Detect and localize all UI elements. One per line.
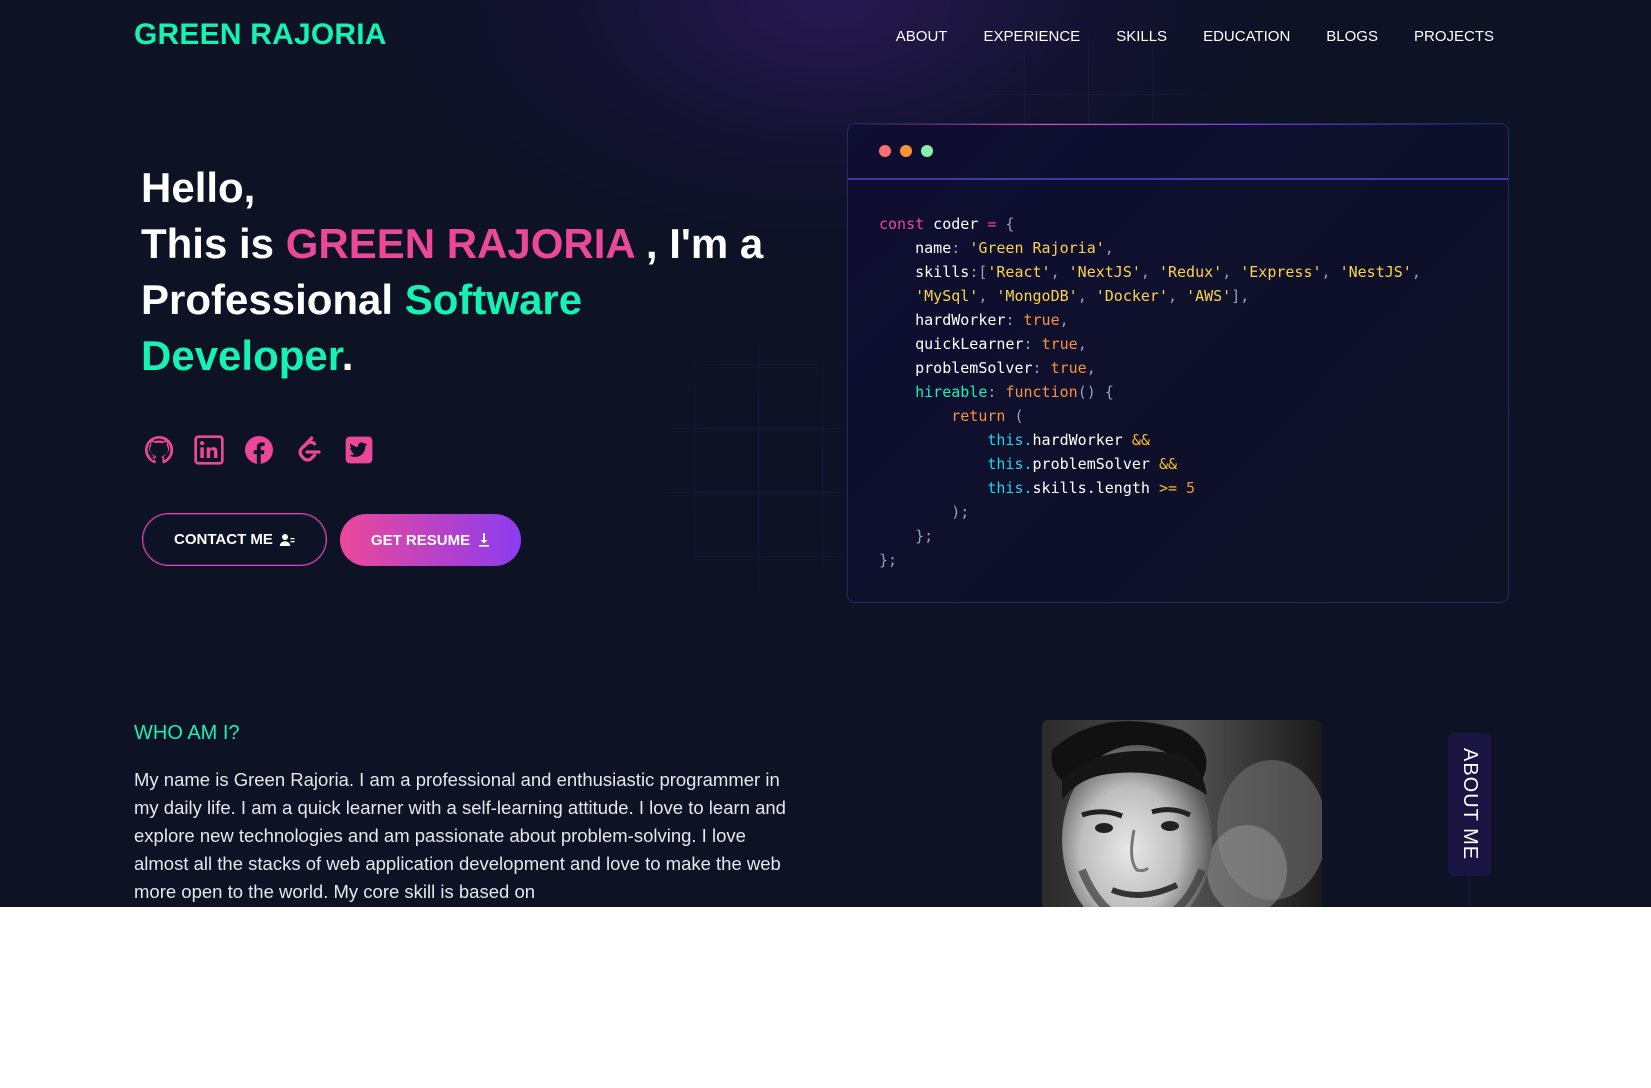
nav-projects[interactable]: PROJECTS — [1396, 28, 1494, 46]
hero-name: GREEN RAJORIA — [285, 220, 635, 267]
code-line: }; — [879, 527, 934, 545]
code-line: this.hardWorker && — [987, 431, 1150, 449]
about-me-tab-connector — [1469, 876, 1470, 907]
twitter-icon[interactable] — [341, 432, 376, 467]
hero-greeting: Hello, — [141, 164, 256, 211]
code-card-titlebar — [848, 124, 1508, 180]
social-links — [141, 432, 376, 467]
nav-education[interactable]: EDUCATION — [1185, 28, 1308, 46]
who-am-i-heading: WHO AM I? — [134, 722, 240, 744]
linkedin-icon[interactable] — [191, 432, 226, 467]
leetcode-icon[interactable] — [291, 432, 326, 467]
hero-role-developer: Developer — [141, 332, 342, 379]
get-resume-button[interactable]: GET RESUME — [340, 514, 521, 566]
code-line: quickLearner: true, — [879, 335, 1087, 353]
hero-this-is: This is — [141, 220, 286, 267]
minimize-dot — [900, 145, 912, 157]
code-line: name: 'Green Rajoria', — [879, 239, 1114, 257]
facebook-icon[interactable] — [241, 432, 276, 467]
code-line: ); — [879, 503, 970, 521]
code-line: const coder = { — [879, 215, 1015, 233]
github-icon[interactable] — [141, 432, 176, 467]
user-contact-icon — [279, 533, 295, 546]
nav-experience[interactable]: EXPERIENCE — [965, 28, 1098, 46]
hero-im-a: , I'm a — [634, 220, 764, 267]
hero-role-software: Software — [404, 276, 583, 323]
profile-photo — [1042, 720, 1322, 907]
code-line: 'MySql', 'MongoDB', 'Docker', 'AWS'], — [915, 287, 1250, 305]
hero-period: . — [341, 332, 354, 379]
nav-blogs[interactable]: BLOGS — [1308, 28, 1396, 46]
nav-skills[interactable]: SKILLS — [1098, 28, 1185, 46]
portfolio-page: GREEN RAJORIA ABOUT EXPERIENCE SKILLS ED… — [0, 0, 1651, 907]
code-card: const coder = { name: 'Green Rajoria', s… — [847, 123, 1509, 603]
maximize-dot — [921, 145, 933, 157]
code-line: hireable: function() { — [879, 383, 1114, 401]
code-line: this.skills.length >= 5 — [987, 479, 1196, 497]
get-resume-label: GET RESUME — [370, 531, 471, 549]
nav-about[interactable]: ABOUT — [878, 28, 966, 46]
contact-me-label: CONTACT ME — [174, 531, 273, 548]
hero-heading: Hello, This is GREEN RAJORIA , I'm a Pro… — [141, 160, 781, 384]
brand-logo[interactable]: GREEN RAJORIA — [134, 18, 387, 52]
window-dots — [879, 145, 933, 157]
about-me-tab-label: ABOUT ME — [1459, 748, 1481, 861]
code-line: return ( — [951, 407, 1024, 425]
code-line: skills:['React', 'NextJS', 'Redux', 'Exp… — [879, 263, 1421, 281]
close-dot — [879, 145, 891, 157]
code-line: this.problemSolver && — [987, 455, 1178, 473]
about-paragraph: My name is Green Rajoria. I am a profess… — [134, 769, 786, 902]
code-line: problemSolver: true, — [879, 359, 1096, 377]
main-nav: ABOUT EXPERIENCE SKILLS EDUCATION BLOGS … — [878, 28, 1494, 46]
hero-section: Hello, This is GREEN RAJORIA , I'm a Pro… — [141, 160, 781, 384]
code-line: }; — [879, 551, 898, 569]
contact-me-button[interactable]: CONTACT ME — [142, 513, 327, 566]
about-me-tab[interactable]: ABOUT ME — [1448, 733, 1491, 876]
hero-professional: Professional — [141, 276, 405, 323]
code-snippet: const coder = { name: 'Green Rajoria', s… — [879, 212, 1421, 572]
code-line: hardWorker: true, — [879, 311, 1069, 329]
download-icon — [479, 533, 490, 547]
